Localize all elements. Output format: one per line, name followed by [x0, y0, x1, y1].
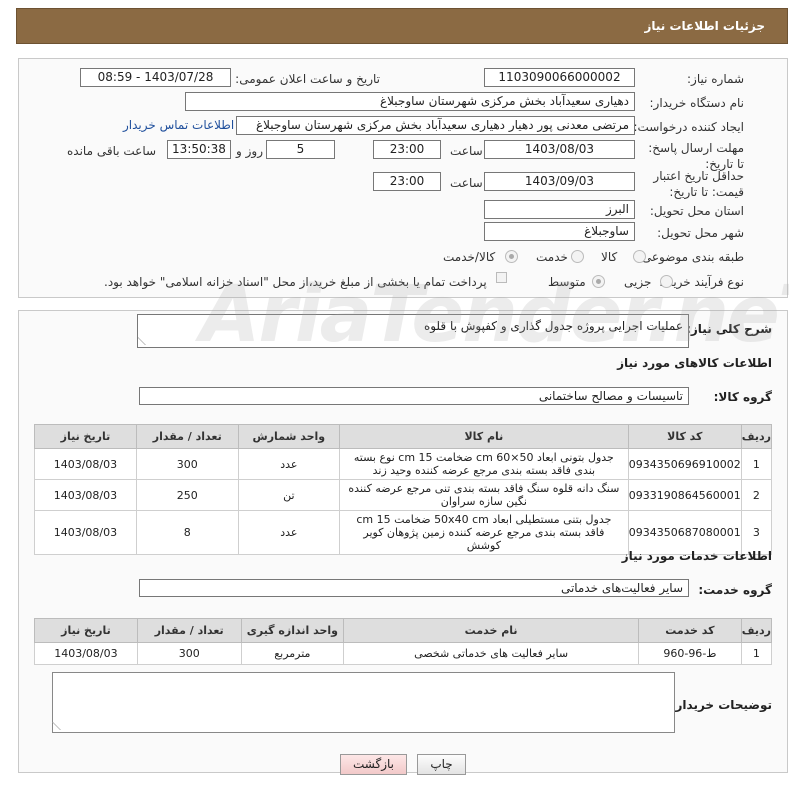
price-validity-label: حداقل تاریخ اعتبار قیمت: تا تاریخ:: [653, 169, 744, 199]
goods-table-row: 1 0934350696910002 جدول بتونی ابعاد 50×6…: [34, 448, 773, 480]
process-option-medium: متوسط: [548, 275, 586, 289]
services-section-title: اطلاعات خدمات مورد نیاز: [621, 549, 772, 563]
reply-time-label: ساعت: [450, 144, 483, 158]
category-radio-goods[interactable]: [633, 250, 646, 263]
services-col-unit: واحد اندازه گیری: [240, 618, 345, 643]
goods-name: جدول بتنی مستطیلی ابعاد 50x40 cm ضخامت 1…: [338, 510, 629, 555]
requester-field: مرتضی معدنی پور دهیار دهیاری سعیدآباد بخ…: [236, 116, 635, 135]
requester-label: ایجاد کننده درخواست:: [633, 120, 744, 134]
service-need-date: 1403/08/03: [34, 642, 138, 665]
goods-unit: تن: [237, 479, 340, 511]
goods-group-field: تاسیسات و مصالح ساختمانی: [139, 387, 689, 405]
need-number-label: شماره نیاز:: [687, 72, 744, 86]
goods-row-number: 1: [740, 448, 773, 480]
process-radio-small[interactable]: [660, 275, 673, 288]
services-table-head: ردیف کد خدمت نام خدمت واحد اندازه گیری ت…: [34, 618, 773, 643]
category-radio-both[interactable]: [505, 250, 518, 263]
category-label: طبقه بندی موضوعی:: [637, 250, 744, 264]
goods-need-date: 1403/08/03: [34, 448, 137, 480]
buyer-notes-field[interactable]: [52, 672, 675, 733]
services-col-code: کد خدمت: [638, 618, 742, 643]
reply-date-field: 1403/08/03: [484, 140, 635, 159]
goods-row-number: 2: [740, 479, 773, 511]
province-label: استان محل تحویل:: [649, 204, 744, 218]
service-unit: مترمربع: [240, 642, 345, 665]
announce-date-field: 1403/07/28 - 08:59: [80, 68, 231, 87]
goods-table-row: 3 0934350687080001 جدول بتنی مستطیلی ابع…: [34, 510, 773, 555]
buyer-org-field: دهیاری سعیدآباد بخش مرکزی شهرستان ساوجبل…: [185, 92, 635, 111]
services-col-qty: تعداد / مقدار: [136, 618, 242, 643]
goods-name: جدول بتونی ابعاد 50×60 cm ضخامت 15 cm نو…: [338, 448, 629, 480]
service-qty: 300: [136, 642, 242, 665]
goods-name: سنگ دانه قلوه سنگ فاقد بسته بندی تنی مرج…: [338, 479, 629, 511]
price-validity-time-field: 23:00: [373, 172, 441, 191]
reply-time-field: 23:00: [373, 140, 441, 159]
city-field: ساوجبلاغ: [484, 222, 635, 241]
category-option-both: کالا/خدمت: [443, 250, 496, 264]
days-remaining-field: 5: [266, 140, 335, 159]
process-radio-medium[interactable]: [592, 275, 605, 288]
goods-code: 0934350696910002: [627, 448, 742, 480]
goods-col-name: نام کالا: [338, 424, 629, 449]
resize-grip-icon: [52, 722, 68, 730]
services-group-label: گروه خدمت:: [698, 583, 772, 597]
services-col-row: ردیف: [740, 618, 773, 643]
page: جزئیات اطلاعات نیاز شماره نیاز: 11030900…: [0, 0, 789, 791]
buyer-contact-link[interactable]: اطلاعات تماس خریدار: [123, 118, 234, 132]
time-remaining-field: 13:50:38: [167, 140, 231, 159]
services-table-row: 1 ط-96-960 سایر فعالیت های خدماتی شخصی م…: [34, 642, 773, 665]
services-col-name: نام خدمت: [343, 618, 640, 643]
description-label: شرح کلی نیاز:: [686, 322, 772, 336]
treasury-note: پرداخت تمام یا بخشی از مبلغ خرید،از محل …: [104, 275, 487, 289]
goods-table-row: 2 0933190864560001 سنگ دانه قلوه سنگ فاق…: [34, 479, 773, 511]
page-header: جزئیات اطلاعات نیاز: [16, 8, 788, 44]
buyer-notes-label: توضیحات خریدار:: [670, 698, 772, 712]
service-code: ط-96-960: [638, 642, 742, 665]
goods-col-code: کد کالا: [627, 424, 742, 449]
goods-group-label: گروه کالا:: [713, 390, 772, 404]
goods-unit: عدد: [237, 510, 340, 555]
category-radio-service[interactable]: [571, 250, 584, 263]
price-validity-date-field: 1403/09/03: [484, 172, 635, 191]
service-name: سایر فعالیت های خدماتی شخصی: [343, 642, 640, 665]
goods-col-row: ردیف: [740, 424, 773, 449]
goods-unit: عدد: [237, 448, 340, 480]
goods-need-date: 1403/08/03: [34, 479, 137, 511]
category-option-service: خدمت: [536, 250, 568, 264]
services-group-field: سایر فعالیت‌های خدماتی: [139, 579, 689, 597]
services-table: ردیف کد خدمت نام خدمت واحد اندازه گیری ت…: [34, 618, 773, 665]
province-field: البرز: [484, 200, 635, 219]
days-label: روز و: [236, 144, 263, 158]
goods-col-date: تاریخ نیاز: [34, 424, 137, 449]
price-validity-time-label: ساعت: [450, 176, 483, 190]
need-number-field: 1103090066000002: [484, 68, 635, 87]
goods-section-title: اطلاعات کالاهای مورد نیاز: [617, 356, 772, 370]
goods-qty: 300: [135, 448, 239, 480]
goods-qty: 8: [135, 510, 239, 555]
description-field: عملیات اجرایی پروژه جدول گذاری و کفپوش ب…: [137, 314, 689, 348]
goods-row-number: 3: [740, 510, 773, 555]
services-col-date: تاریخ نیاز: [34, 618, 138, 643]
goods-col-qty: تعداد / مقدار: [135, 424, 239, 449]
goods-table-head: ردیف کد کالا نام کالا واحد شمارش تعداد /…: [34, 424, 773, 449]
print-button[interactable]: چاپ: [417, 754, 466, 775]
goods-qty: 250: [135, 479, 239, 511]
page-title: جزئیات اطلاعات نیاز: [644, 19, 765, 33]
treasury-checkbox[interactable]: [496, 272, 507, 283]
resize-grip-icon: [138, 337, 153, 345]
goods-col-unit: واحد شمارش: [237, 424, 340, 449]
process-option-small: جزیی: [624, 275, 652, 289]
time-remaining-label: ساعت باقی مانده: [67, 144, 157, 158]
goods-table: ردیف کد کالا نام کالا واحد شمارش تعداد /…: [34, 424, 773, 555]
city-label: شهر محل تحویل:: [657, 226, 744, 240]
back-button[interactable]: بازگشت: [340, 754, 407, 775]
announce-date-label: تاریخ و ساعت اعلان عمومی:: [235, 72, 380, 86]
category-option-goods: کالا: [601, 250, 618, 264]
goods-need-date: 1403/08/03: [34, 510, 137, 555]
goods-code: 0934350687080001: [627, 510, 742, 555]
buyer-org-label: نام دستگاه خریدار:: [649, 96, 745, 110]
service-row-number: 1: [740, 642, 773, 665]
goods-code: 0933190864560001: [627, 479, 742, 511]
